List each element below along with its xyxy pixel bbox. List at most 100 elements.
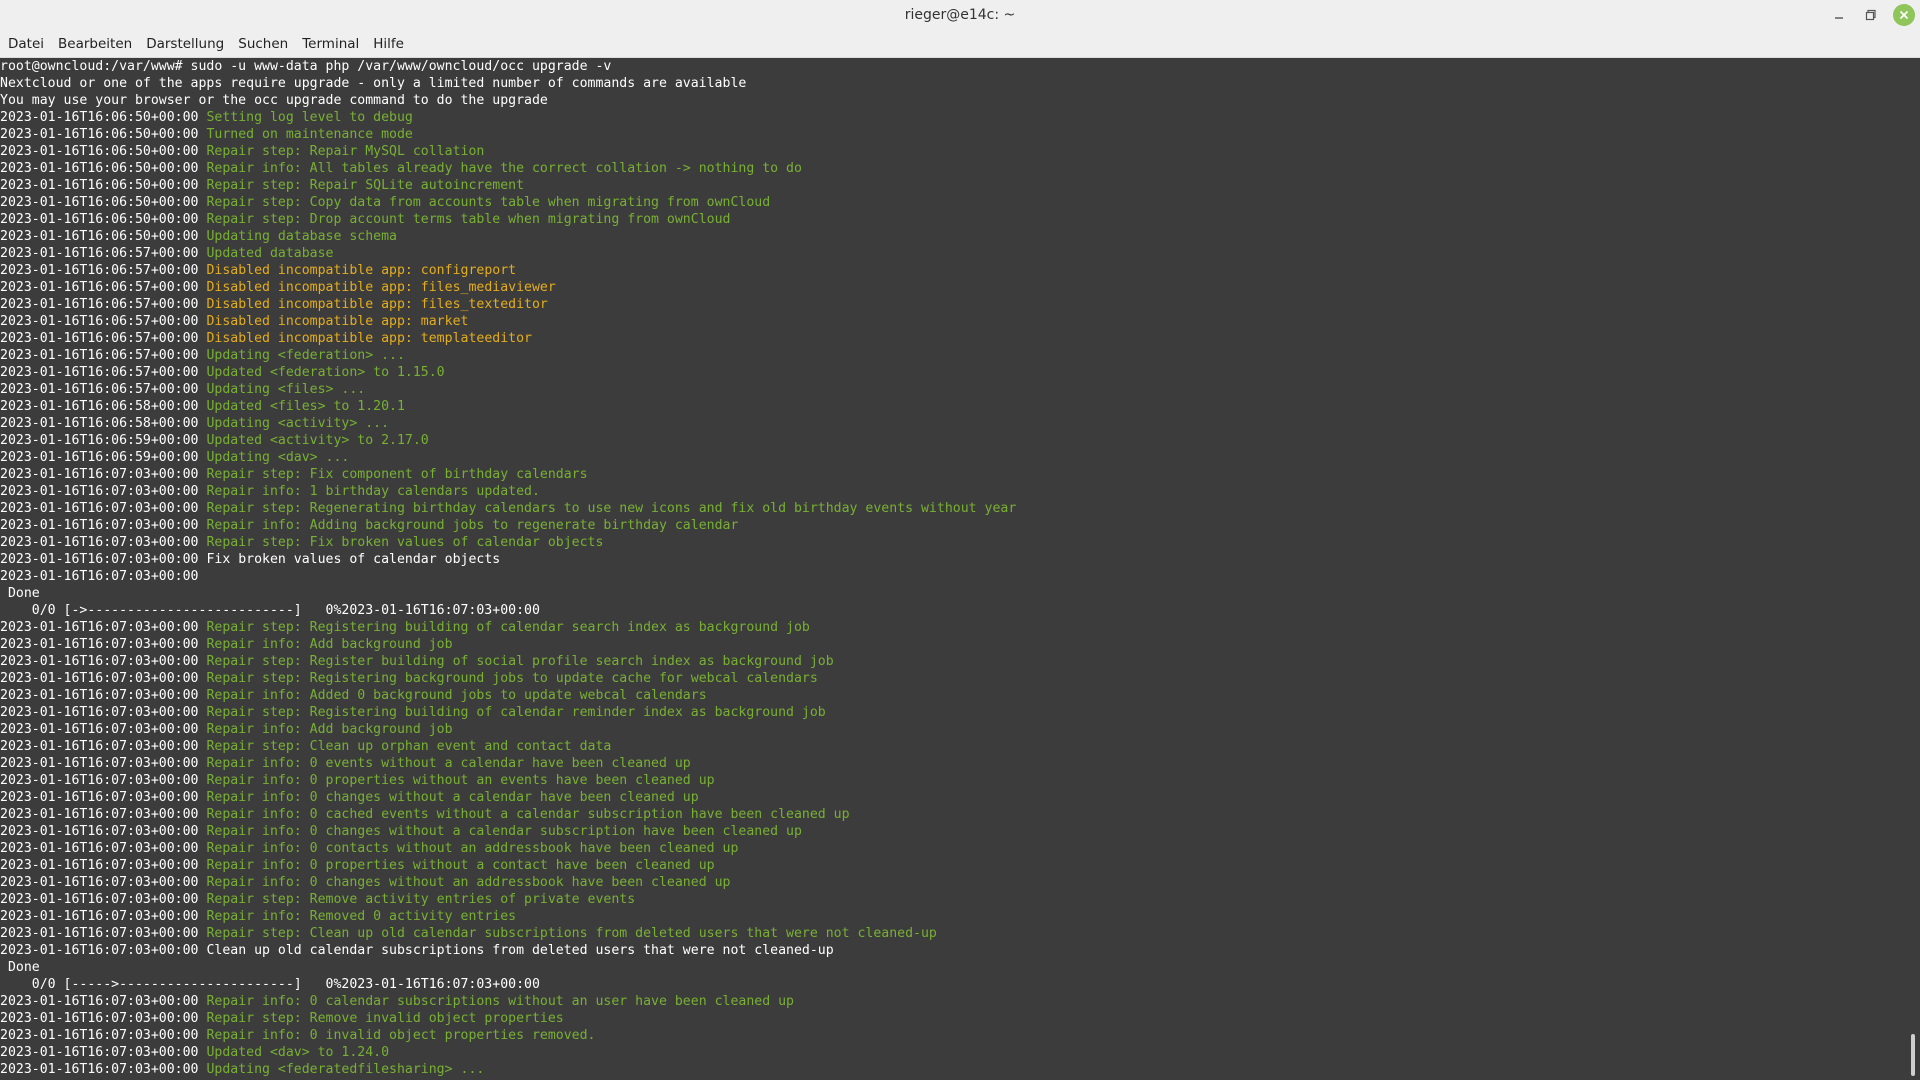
terminal-line: 2023-01-16T16:07:03+00:00 Repair info: A…	[0, 517, 1906, 534]
log-message: Repair info: 0 contacts without an addre…	[206, 841, 739, 856]
log-message: Repair step: Fix broken values of calend…	[206, 535, 604, 550]
log-timestamp: 2023-01-16T16:07:03+00:00	[0, 705, 207, 720]
log-message: Repair info: 0 changes without an addres…	[206, 875, 731, 890]
terminal-line: 2023-01-16T16:06:58+00:00 Updating <acti…	[0, 415, 1906, 432]
terminal-line: Done	[0, 585, 1906, 602]
terminal-line: 2023-01-16T16:06:57+00:00 Disabled incom…	[0, 330, 1906, 347]
terminal-line: 2023-01-16T16:07:03+00:00 Repair info: A…	[0, 721, 1906, 738]
terminal-line: 2023-01-16T16:06:58+00:00 Updated <files…	[0, 398, 1906, 415]
terminal-line: 2023-01-16T16:06:50+00:00 Repair step: R…	[0, 177, 1906, 194]
window-title: rieger@e14c: ~	[904, 7, 1016, 23]
log-message: Repair step: Clean up old calendar subsc…	[206, 926, 937, 941]
log-message: Repair step: Fix component of birthday c…	[206, 467, 588, 482]
log-timestamp: 2023-01-16T16:06:57+00:00	[0, 297, 207, 312]
log-message: Updating database schema	[206, 229, 397, 244]
log-message: root@owncloud:/var/www# sudo -u www-data…	[0, 59, 612, 74]
log-message: Repair info: 0 invalid object properties…	[206, 1028, 596, 1043]
log-timestamp: 2023-01-16T16:06:58+00:00	[0, 399, 207, 414]
terminal-line: root@owncloud:/var/www# sudo -u www-data…	[0, 58, 1906, 75]
log-timestamp: 2023-01-16T16:07:03+00:00	[0, 467, 207, 482]
log-timestamp: 2023-01-16T16:07:03+00:00	[0, 773, 207, 788]
log-message: Disabled incompatible app: files_mediavi…	[206, 280, 556, 295]
log-message: Repair step: Registering building of cal…	[206, 705, 826, 720]
log-message: Repair info: Added 0 background jobs to …	[206, 688, 707, 703]
scrollbar-thumb[interactable]	[1911, 1034, 1915, 1076]
terminal-line: 2023-01-16T16:07:03+00:00 Fix broken val…	[0, 551, 1906, 568]
terminal-line: 2023-01-16T16:07:03+00:00 Repair step: R…	[0, 704, 1906, 721]
terminal-line: 0/0 [----->----------------------] 0%202…	[0, 976, 1906, 993]
log-timestamp: 2023-01-16T16:07:03+00:00	[0, 620, 207, 635]
terminal-line: 2023-01-16T16:07:03+00:00 Repair info: A…	[0, 636, 1906, 653]
terminal-line: 2023-01-16T16:07:03+00:00 Repair step: C…	[0, 738, 1906, 755]
title-bar: rieger@e14c: ~	[0, 0, 1920, 31]
maximize-icon[interactable]	[1862, 6, 1880, 24]
log-timestamp: 2023-01-16T16:07:03+00:00	[0, 943, 207, 958]
log-timestamp: 2023-01-16T16:07:03+00:00	[0, 790, 207, 805]
log-timestamp: 2023-01-16T16:07:03+00:00	[0, 637, 207, 652]
log-message: Disabled incompatible app: files_textedi…	[206, 297, 548, 312]
log-timestamp: 2023-01-16T16:06:57+00:00	[0, 246, 207, 261]
log-message: Disabled incompatible app: market	[206, 314, 469, 329]
log-message: Repair step: Register building of social…	[206, 654, 834, 669]
log-message: Repair info: 0 changes without a calenda…	[206, 790, 699, 805]
log-timestamp: 2023-01-16T16:07:03+00:00	[0, 892, 207, 907]
log-message: Repair info: 0 properties without an eve…	[206, 773, 715, 788]
menu-item-terminal[interactable]: Terminal	[302, 34, 359, 54]
terminal-line: 2023-01-16T16:07:03+00:00 Repair info: 0…	[0, 993, 1906, 1010]
log-timestamp: 2023-01-16T16:07:03+00:00	[0, 1028, 207, 1043]
terminal-line: 2023-01-16T16:07:03+00:00 Repair step: R…	[0, 670, 1906, 687]
terminal-output[interactable]: root@owncloud:/var/www# sudo -u www-data…	[0, 58, 1906, 1080]
terminal-line: 2023-01-16T16:07:03+00:00 Repair step: F…	[0, 466, 1906, 483]
close-icon[interactable]	[1893, 4, 1915, 26]
terminal-line: 2023-01-16T16:06:50+00:00 Turned on main…	[0, 126, 1906, 143]
terminal-line: 2023-01-16T16:07:03+00:00 Repair step: R…	[0, 619, 1906, 636]
terminal-line: 2023-01-16T16:07:03+00:00 Repair info: 0…	[0, 840, 1906, 857]
menu-item-suchen[interactable]: Suchen	[238, 34, 288, 54]
terminal-line: 2023-01-16T16:07:03+00:00	[0, 568, 1906, 585]
log-message: 0/0 [----->----------------------] 0%202…	[0, 977, 540, 992]
menu-item-datei[interactable]: Datei	[8, 34, 44, 54]
terminal-line: 2023-01-16T16:06:57+00:00 Updating <fede…	[0, 347, 1906, 364]
log-message: Repair info: 0 properties without a cont…	[206, 858, 715, 873]
log-timestamp: 2023-01-16T16:07:03+00:00	[0, 1045, 207, 1060]
log-timestamp: 2023-01-16T16:06:59+00:00	[0, 433, 207, 448]
log-message: Repair info: 0 events without a calendar…	[206, 756, 691, 771]
log-message: Done	[0, 960, 40, 975]
log-message: Repair step: Registering building of cal…	[206, 620, 810, 635]
log-timestamp: 2023-01-16T16:07:03+00:00	[0, 841, 207, 856]
log-message: Setting log level to debug	[206, 110, 413, 125]
log-message: Repair info: 0 changes without a calenda…	[206, 824, 802, 839]
terminal-line: 2023-01-16T16:06:50+00:00 Repair step: D…	[0, 211, 1906, 228]
terminal-line: 2023-01-16T16:07:03+00:00 Repair info: 0…	[0, 1027, 1906, 1044]
log-timestamp: 2023-01-16T16:06:57+00:00	[0, 263, 207, 278]
log-message: 0/0 [->--------------------------] 0%202…	[0, 603, 540, 618]
terminal-line: 2023-01-16T16:07:03+00:00 Repair step: C…	[0, 925, 1906, 942]
log-timestamp: 2023-01-16T16:07:03+00:00	[0, 484, 207, 499]
log-message: Repair step: Regenerating birthday calen…	[206, 501, 1017, 516]
log-message: Repair info: Adding background jobs to r…	[206, 518, 739, 533]
menu-item-bearbeiten[interactable]: Bearbeiten	[58, 34, 132, 54]
terminal-line: 2023-01-16T16:06:50+00:00 Repair step: C…	[0, 194, 1906, 211]
menu-item-darstellung[interactable]: Darstellung	[146, 34, 224, 54]
log-message: Repair info: Removed 0 activity entries	[206, 909, 517, 924]
log-timestamp: 2023-01-16T16:07:03+00:00	[0, 552, 207, 567]
log-message: Updated <activity> to 2.17.0	[206, 433, 429, 448]
log-timestamp: 2023-01-16T16:06:58+00:00	[0, 416, 207, 431]
terminal-line: 2023-01-16T16:07:03+00:00 Updated <dav> …	[0, 1044, 1906, 1061]
log-message: Repair step: Copy data from accounts tab…	[206, 195, 771, 210]
log-timestamp: 2023-01-16T16:07:03+00:00	[0, 807, 207, 822]
minimize-icon[interactable]	[1830, 6, 1848, 24]
log-timestamp: 2023-01-16T16:06:50+00:00	[0, 212, 207, 227]
scrollbar[interactable]	[1906, 58, 1920, 1080]
log-message: Updating <federatedfilesharing> ...	[206, 1062, 485, 1077]
log-timestamp: 2023-01-16T16:06:57+00:00	[0, 348, 207, 363]
terminal-line: You may use your browser or the occ upgr…	[0, 92, 1906, 109]
log-timestamp: 2023-01-16T16:06:50+00:00	[0, 110, 207, 125]
log-message: Nextcloud or one of the apps require upg…	[0, 76, 747, 91]
log-message: Repair step: Remove activity entries of …	[206, 892, 636, 907]
log-message: Fix broken values of calendar objects	[206, 552, 501, 567]
log-message: Repair step: Repair SQLite autoincrement	[206, 178, 525, 193]
log-timestamp: 2023-01-16T16:07:03+00:00	[0, 654, 207, 669]
menu-item-hilfe[interactable]: Hilfe	[373, 34, 404, 54]
log-timestamp: 2023-01-16T16:07:03+00:00	[0, 909, 207, 924]
